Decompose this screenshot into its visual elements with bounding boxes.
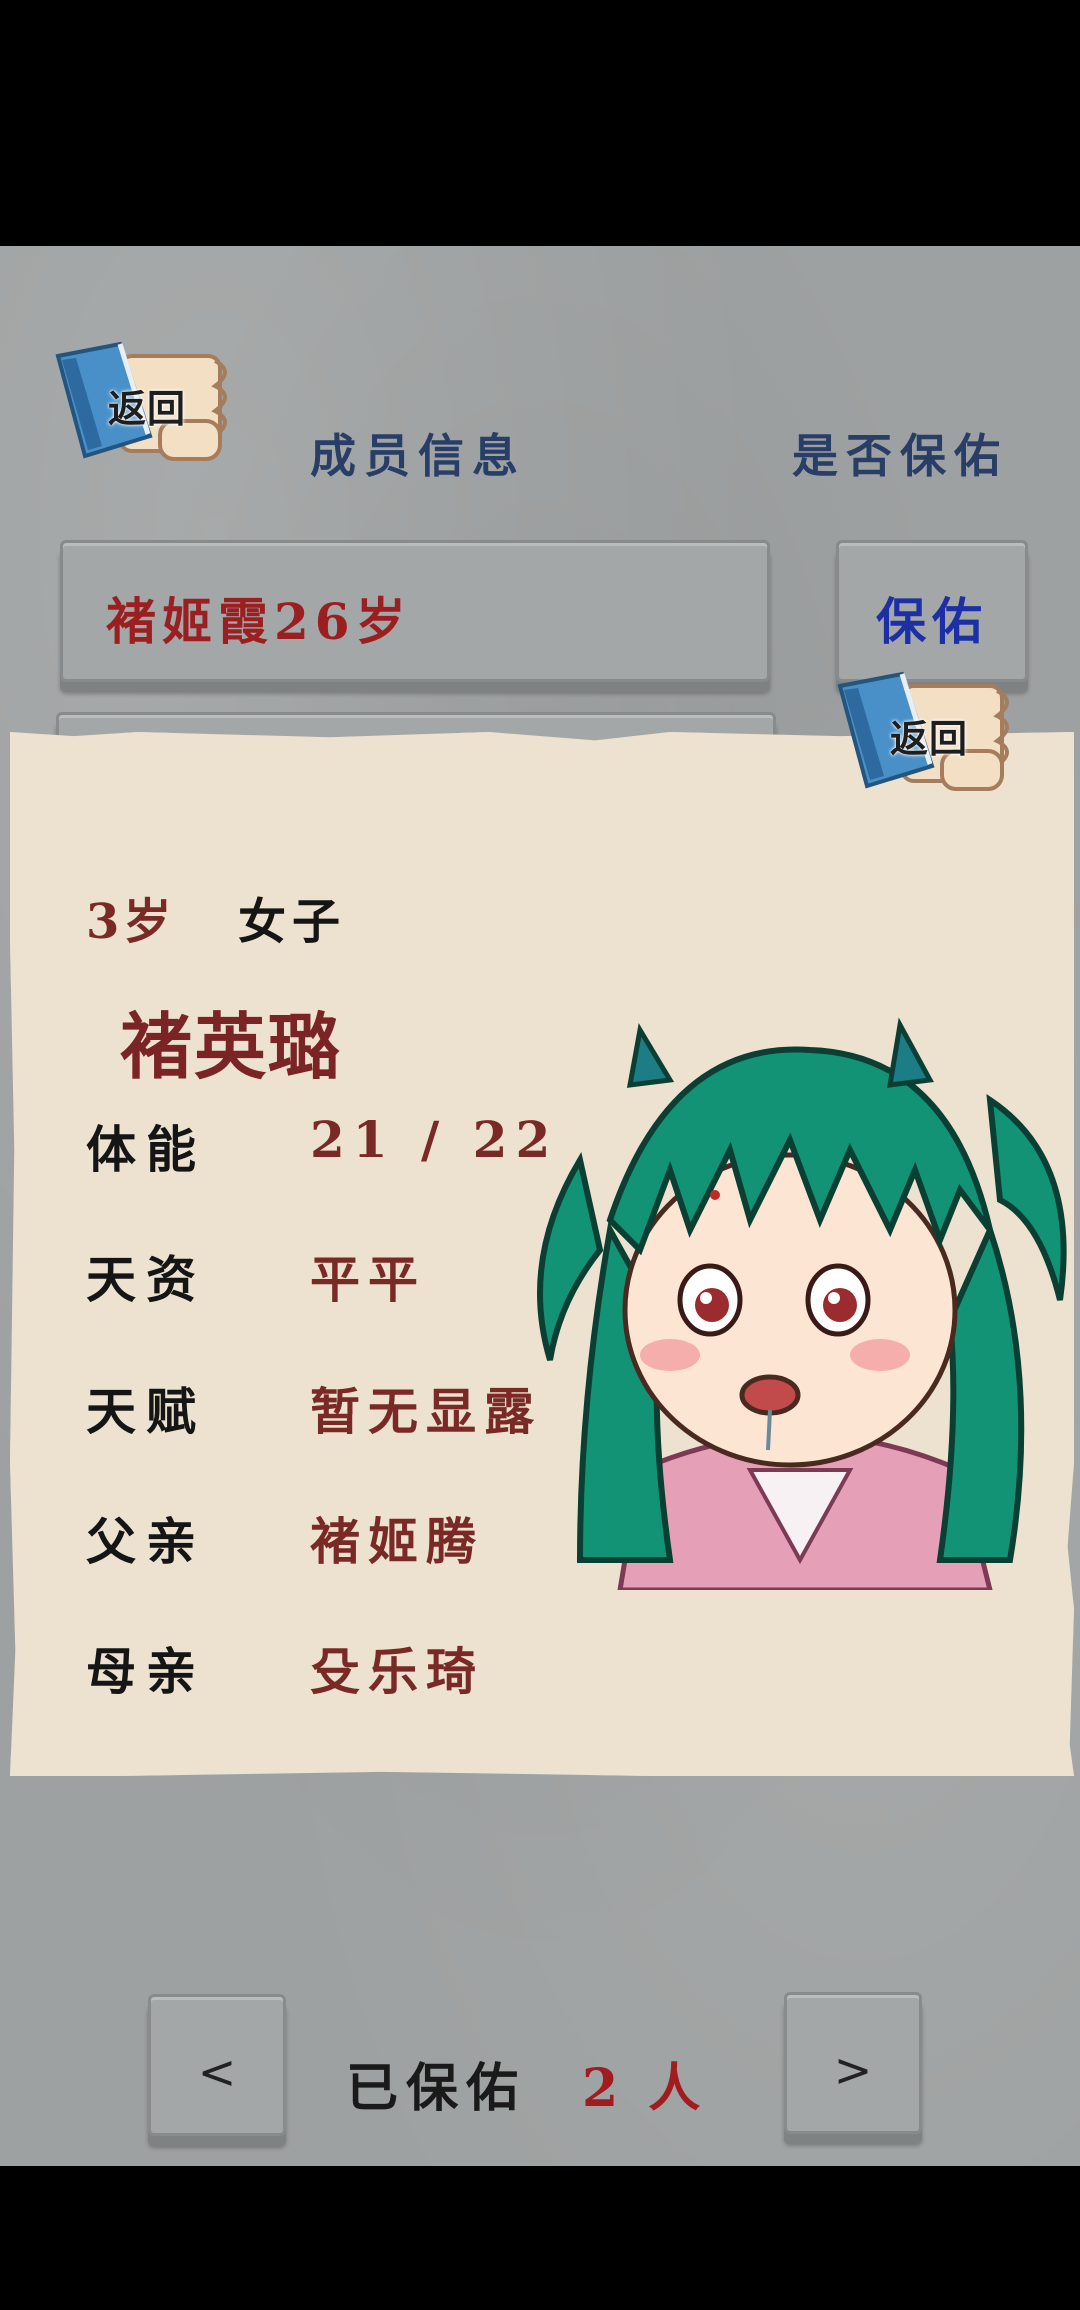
panel-back-button[interactable]: 返回 [832, 666, 1022, 806]
back-button[interactable]: 返回 [50, 336, 240, 476]
prev-page-button[interactable]: < [148, 1994, 286, 2136]
back-button-label: 返回 [108, 387, 187, 431]
aptitude-value: 平平 [310, 1250, 426, 1309]
talent-value: 暂无显露 [310, 1382, 542, 1441]
aptitude-label: 天资 [86, 1250, 206, 1309]
protect-button-label: 保佑 [876, 592, 988, 651]
protected-label: 已保佑 [346, 2058, 527, 2119]
panel-back-button-label: 返回 [890, 717, 969, 761]
page-title: 成员信息 [310, 429, 526, 483]
father-value: 褚姬腾 [310, 1512, 484, 1571]
character-portrait [537, 1017, 1067, 1590]
prev-page-label: < [197, 2045, 237, 2099]
talent-label: 天赋 [86, 1382, 206, 1441]
mother-value: 殳乐琦 [310, 1642, 484, 1701]
protected-count: 2人 [582, 2046, 730, 2121]
mother-label: 母亲 [86, 1642, 206, 1701]
child-name: 褚英璐 [120, 1004, 343, 1089]
child-gender: 女子 [238, 894, 347, 950]
next-page-button[interactable]: > [784, 1992, 922, 2134]
father-label: 父亲 [86, 1512, 206, 1571]
child-age: 3岁 [86, 894, 176, 950]
next-page-label: > [833, 2043, 873, 2097]
stamina-label: 体能 [86, 1120, 206, 1179]
protect-column-title: 是否保佑 [792, 429, 1008, 483]
protected-count-number: 2 [582, 2058, 649, 2119]
member-name-age: 褚姬霞26岁 [106, 592, 412, 651]
protected-count-unit: 人 [648, 2058, 731, 2119]
